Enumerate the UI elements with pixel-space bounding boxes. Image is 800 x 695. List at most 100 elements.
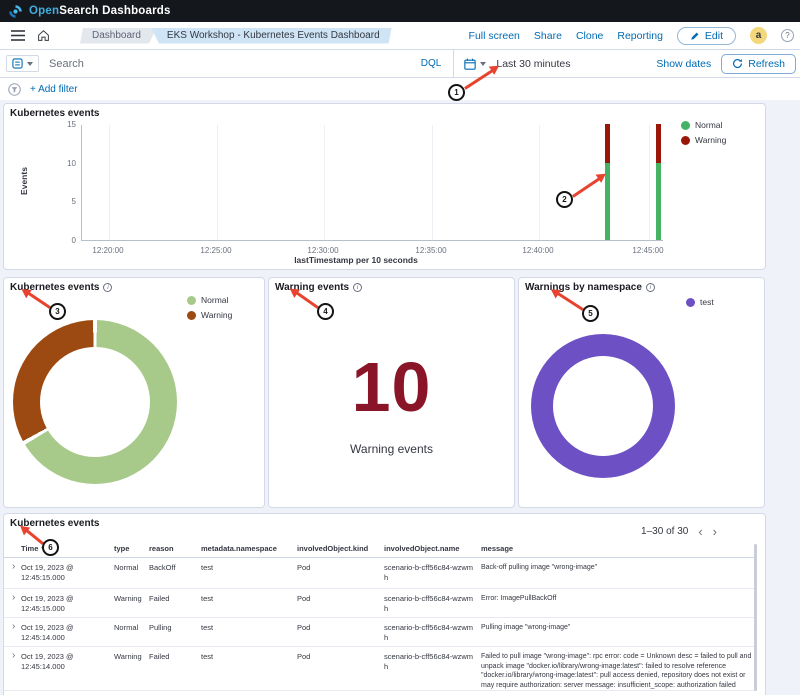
cell-message: Pulling image "wrong-image" — [481, 623, 753, 633]
cell-namespace: test — [201, 594, 294, 604]
expand-row-icon[interactable]: › — [12, 651, 15, 661]
metric-label: Warning events — [269, 442, 514, 456]
warnings-by-namespace-panel: Warnings by namespacei test — [518, 277, 765, 508]
bar-stack[interactable] — [605, 124, 610, 240]
nav-bar: Dashboard EKS Workshop - Kubernetes Even… — [0, 22, 800, 50]
cell-reason: Pulling — [149, 623, 197, 633]
cell-message: Error: ImagePullBackOff — [481, 594, 753, 604]
home-icon[interactable] — [37, 29, 50, 42]
column-header-type[interactable]: type — [114, 544, 147, 553]
bar-segment-warning — [656, 124, 661, 163]
info-icon[interactable]: i — [353, 283, 362, 292]
date-picker: Last 30 minutes Show dates Refresh — [453, 50, 800, 78]
cell-name: scenario-b-cff56c84-wzwmh — [384, 563, 477, 582]
time-range-value[interactable]: Last 30 minutes — [496, 58, 656, 70]
gridline — [432, 125, 433, 240]
legend-dot — [681, 136, 690, 145]
app-header: OpenSearch Dashboards — [0, 0, 800, 22]
legend-item-normal[interactable]: Normal — [681, 120, 726, 130]
column-header-namespace[interactable]: metadata.namespace — [201, 544, 294, 553]
opensearch-brand[interactable]: OpenSearch Dashboards — [8, 4, 171, 19]
column-header-kind[interactable]: involvedObject.kind — [297, 544, 381, 553]
table-row: › Oct 19, 2023 @ 12:45:14.000 Warning Fa… — [4, 646, 756, 691]
pagination: 1–30 of 30 ‹ › — [641, 526, 717, 537]
kubernetes-events-table-panel: Kubernetes events 1–30 of 30 ‹ › Time ty… — [3, 513, 766, 695]
help-icon[interactable]: ? — [781, 29, 794, 42]
calendar-dropdown-button[interactable] — [464, 58, 486, 70]
cell-kind: Pod — [297, 563, 381, 573]
legend-item-warning[interactable]: Warning — [187, 310, 232, 320]
table-scrollbar[interactable] — [754, 544, 757, 691]
filter-circle-icon[interactable] — [8, 83, 21, 96]
gridline — [109, 125, 110, 240]
cell-kind: Pod — [297, 652, 381, 662]
cell-namespace: test — [201, 652, 294, 662]
show-dates-link[interactable]: Show dates — [656, 58, 711, 70]
cell-message: Back-off pulling image "wrong-image" — [481, 563, 753, 573]
expand-row-icon[interactable]: › — [12, 593, 15, 603]
previous-page-icon[interactable]: ‹ — [698, 527, 702, 537]
info-icon[interactable]: i — [646, 283, 655, 292]
info-icon[interactable]: i — [103, 283, 112, 292]
breadcrumb: Dashboard EKS Workshop - Kubernetes Even… — [80, 28, 392, 44]
donut-hole — [40, 347, 150, 457]
x-tick: 12:30:00 — [297, 246, 349, 255]
annotation-badge-6: 6 — [42, 539, 59, 556]
saved-query-menu-button[interactable] — [6, 55, 39, 72]
x-tick: 12:40:00 — [512, 246, 564, 255]
donut-hole — [553, 356, 653, 456]
events-donut-chart[interactable] — [13, 320, 177, 484]
breadcrumb-current-dashboard[interactable]: EKS Workshop - Kubernetes Events Dashboa… — [151, 28, 392, 44]
share-link[interactable]: Share — [534, 30, 562, 42]
column-header-time[interactable]: Time — [21, 544, 109, 553]
avatar[interactable]: a — [750, 27, 767, 44]
bar-chart-plot-area — [81, 125, 663, 241]
table-header-row: Time type reason metadata.namespace invo… — [4, 544, 756, 558]
cell-name: scenario-b-cff56c84-wzwmh — [384, 623, 477, 642]
cell-reason: Failed — [149, 594, 197, 604]
warning-events-metric-panel: Warning eventsi 10 Warning events — [268, 277, 515, 508]
refresh-button[interactable]: Refresh — [721, 54, 796, 74]
breadcrumb-dashboard[interactable]: Dashboard — [80, 28, 157, 44]
chart-legend: Normal Warning — [187, 295, 232, 320]
x-tick: 12:20:00 — [82, 246, 134, 255]
add-filter-link[interactable]: + Add filter — [30, 84, 78, 95]
expand-row-icon[interactable]: › — [12, 622, 15, 632]
column-header-reason[interactable]: reason — [149, 544, 197, 553]
column-header-message[interactable]: message — [481, 544, 753, 553]
chart-legend: test — [686, 297, 714, 307]
column-header-name[interactable]: involvedObject.name — [384, 544, 477, 553]
cell-time: Oct 19, 2023 @ 12:45:15.000 — [21, 594, 109, 613]
cell-type: Warning — [114, 652, 147, 662]
legend-item-normal[interactable]: Normal — [187, 295, 232, 305]
y-tick: 15 — [49, 120, 76, 129]
dql-selector[interactable]: DQL — [421, 58, 442, 69]
expand-row-icon[interactable]: › — [12, 562, 15, 572]
next-page-icon[interactable]: › — [713, 527, 717, 537]
cell-kind: Pod — [297, 623, 381, 633]
menu-hamburger-icon[interactable] — [11, 30, 25, 41]
table-row: › Oct 19, 2023 @ 12:45:15.000 Normal Bac… — [4, 558, 756, 588]
table-row: › Oct 19, 2023 @ 12:45:14.000 Normal Pul… — [4, 617, 756, 646]
edit-button[interactable]: Edit — [677, 27, 736, 45]
brand-text: OpenSearch Dashboards — [29, 5, 171, 17]
opensearch-dashboards-app: OpenSearch Dashboards Dashboard EKS Work… — [0, 0, 800, 695]
cell-type: Normal — [114, 623, 147, 633]
annotation-badge-4: 4 — [317, 303, 334, 320]
bar-stack[interactable] — [656, 124, 661, 240]
gridline — [649, 125, 650, 240]
annotation-badge-5: 5 — [582, 305, 599, 322]
full-screen-link[interactable]: Full screen — [469, 30, 520, 42]
clone-link[interactable]: Clone — [576, 30, 603, 42]
bar-segment-warning — [605, 124, 610, 163]
refresh-icon — [732, 58, 743, 69]
cell-message: Failed to pull image "wrong-image": rpc … — [481, 652, 753, 690]
legend-item-test[interactable]: test — [686, 297, 714, 307]
reporting-link[interactable]: Reporting — [617, 30, 663, 42]
cell-type: Warning — [114, 594, 147, 604]
gridline — [539, 125, 540, 240]
search-input[interactable] — [49, 58, 421, 70]
y-tick: 10 — [49, 159, 76, 168]
namespace-donut-chart[interactable] — [531, 334, 675, 478]
legend-item-warning[interactable]: Warning — [681, 135, 726, 145]
